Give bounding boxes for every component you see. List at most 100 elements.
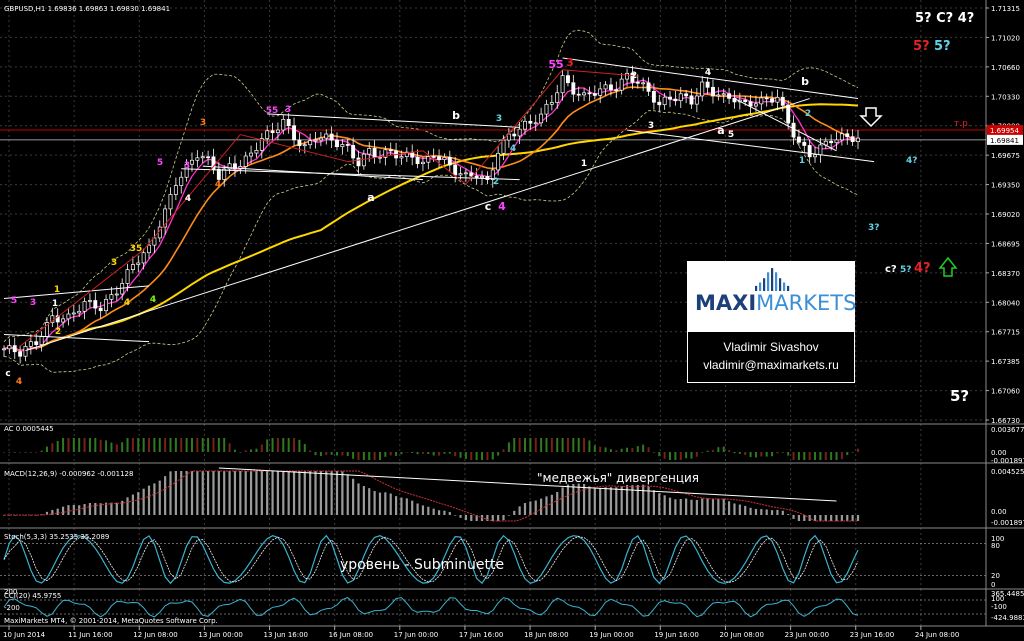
- macd-bar: [550, 494, 553, 515]
- ac-bar: [336, 452, 339, 456]
- macd-bar: [314, 471, 317, 515]
- ac-bar: [518, 438, 521, 452]
- candle-body: [813, 154, 817, 158]
- candle-body: [458, 173, 463, 176]
- candle-body: [23, 346, 28, 357]
- ac-bar: [346, 452, 349, 456]
- candle-body: [367, 147, 372, 155]
- candle-body: [786, 104, 791, 124]
- ac-bar: [620, 448, 623, 452]
- candle-body: [136, 262, 141, 265]
- candle-body: [195, 157, 200, 161]
- candle-body: [61, 318, 66, 323]
- candle-body: [437, 156, 442, 161]
- price-tick-label: 1.69350: [991, 182, 1020, 190]
- price-tick-label: 1.68040: [991, 299, 1020, 307]
- wave-label: 5: [157, 158, 163, 168]
- macd-bar: [561, 487, 564, 515]
- macd-bar: [674, 499, 677, 515]
- wave-label: 4: [124, 298, 130, 308]
- time-tick-label: 20 Jun 08:00: [719, 631, 763, 639]
- candle-body: [646, 82, 651, 92]
- macd-bar: [540, 498, 543, 515]
- macd-bar: [706, 498, 709, 515]
- candle-body: [200, 156, 205, 159]
- ac-bar: [62, 438, 65, 452]
- macd-bar: [840, 515, 843, 521]
- macd-bar: [207, 471, 210, 515]
- candle-body: [759, 97, 764, 105]
- wave-label: 3: [285, 105, 291, 115]
- time-tick-label: 12 Jun 08:00: [133, 631, 177, 639]
- macd-bar: [523, 503, 527, 515]
- ac-bar: [835, 452, 838, 460]
- ac-bar: [658, 452, 661, 457]
- ac-bar: [153, 438, 156, 452]
- macd-bar: [416, 503, 419, 515]
- ac-bar: [319, 452, 322, 457]
- candle-body: [335, 139, 339, 148]
- candle-body: [292, 125, 296, 141]
- wave-label: 1: [54, 285, 60, 295]
- macd-bar: [604, 487, 607, 515]
- macd-bar: [260, 471, 263, 515]
- candle-body: [657, 101, 662, 106]
- macd-bar: [56, 508, 59, 515]
- macd-bar: [507, 515, 510, 516]
- price-chart[interactable]: c41235343541354355 34abc 432455 31234a 5b215…: [0, 0, 1024, 641]
- ac-bar: [824, 452, 827, 460]
- ac-bar: [255, 448, 258, 452]
- wave-label: 4: [215, 180, 221, 190]
- macd-bar: [577, 483, 580, 515]
- ac-bar: [443, 452, 446, 454]
- candle-body: [689, 95, 694, 105]
- ac-bar: [523, 438, 526, 452]
- time-tick-label: 23 Jun 16:00: [850, 631, 894, 639]
- overlay-label: 4?: [914, 261, 931, 276]
- ac-bar: [40, 450, 43, 452]
- macd-bar: [190, 471, 194, 515]
- candle-body: [651, 90, 656, 103]
- macd-bar: [513, 510, 516, 515]
- ac-bar: [174, 438, 177, 452]
- ac-bar: [72, 438, 75, 452]
- ac-bar: [373, 452, 376, 460]
- stoch-annotation: уровень - Subminuette: [340, 557, 504, 573]
- candle-body: [249, 152, 254, 157]
- macd-bar: [566, 484, 570, 515]
- candle-body: [109, 294, 114, 300]
- logo-bar: [783, 282, 786, 291]
- candle-body: [614, 89, 619, 91]
- ac-bar: [577, 438, 580, 452]
- time-tick-label: 16 Jun 08:00: [329, 631, 373, 639]
- price-tick-label: 1.70660: [991, 64, 1020, 72]
- footer-copyright: MaxiMarkets MT4, © 2001-2014, MetaQuotes…: [4, 617, 218, 625]
- ac-bar: [464, 452, 467, 459]
- candle-body: [802, 141, 807, 146]
- ac-bar: [701, 452, 704, 453]
- macd-bar: [217, 471, 220, 515]
- candle-body: [705, 81, 710, 88]
- candle-body: [587, 92, 592, 95]
- ac-bar: [378, 452, 381, 460]
- ac-bar: [56, 441, 59, 452]
- candle-body: [480, 176, 484, 178]
- overlay-label: 5?: [900, 265, 911, 275]
- ac-bar: [604, 447, 607, 452]
- ac-bar: [754, 452, 757, 458]
- macd-bar: [303, 471, 306, 515]
- ac-bar: [722, 446, 725, 452]
- overlay-label: 3?: [868, 223, 879, 233]
- candle-body: [420, 161, 425, 165]
- wave-label: 3: [566, 56, 574, 69]
- ac-bar: [846, 452, 849, 456]
- price-tick-label: 1.68370: [991, 270, 1020, 278]
- time-tick-label: 10 Jun 2014: [3, 631, 46, 639]
- ac-bar: [244, 450, 247, 452]
- candle-body: [286, 119, 291, 127]
- ac-bar: [851, 451, 854, 453]
- ac-bar: [421, 452, 424, 454]
- macd-bar: [572, 483, 575, 515]
- candle-body: [206, 156, 211, 159]
- ac-bar: [642, 444, 645, 452]
